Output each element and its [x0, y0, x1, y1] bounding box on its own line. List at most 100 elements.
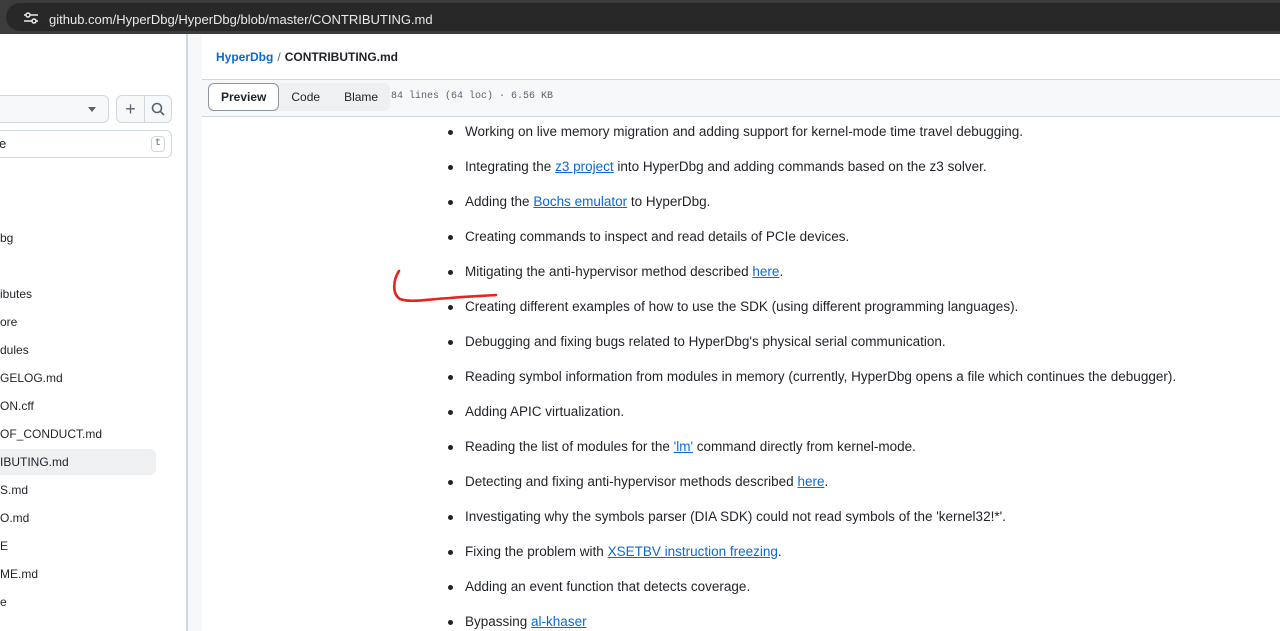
tab-preview[interactable]: Preview: [208, 83, 280, 111]
file-toolbar: Preview Code Blame 84 lines (64 loc) · 6…: [202, 80, 1280, 117]
file-tree-sidebar: + e t bg ibutes ore dules GELOG.md ON.cf…: [0, 34, 186, 631]
bullet-icon: [448, 375, 453, 380]
breadcrumb-separator: /: [277, 50, 281, 64]
list-item: Bypassing al-khaser: [447, 612, 1176, 631]
tree-item-active[interactable]: IBUTING.md: [0, 449, 156, 475]
tab-blame[interactable]: Blame: [332, 83, 390, 111]
bullet-icon: [448, 340, 453, 345]
plus-icon: +: [125, 99, 136, 119]
tree-item[interactable]: ME.md: [0, 561, 156, 587]
bullet-icon: [448, 585, 453, 590]
list-item-text: Reading symbol information from modules …: [465, 369, 1177, 384]
list-item: Adding APIC virtualization.: [447, 402, 1176, 437]
url-text[interactable]: github.com/HyperDbg/HyperDbg/blob/master…: [49, 12, 433, 27]
tree-item-label: S.md: [0, 483, 29, 497]
go-to-file-input[interactable]: e t: [0, 130, 172, 158]
list-item: Integrating the z3 project into HyperDbg…: [447, 157, 1176, 192]
bullet-icon: [448, 550, 453, 555]
list-item: Fixing the problem with XSETBV instructi…: [447, 542, 1176, 577]
list-item: Debugging and fixing bugs related to Hyp…: [447, 332, 1176, 367]
tree-item[interactable]: ibutes: [0, 281, 156, 307]
tree-item[interactable]: bg: [0, 225, 156, 251]
tree-item[interactable]: ON.cff: [0, 393, 156, 419]
file-header: HyperDbg / CONTRIBUTING.md: [202, 34, 1280, 80]
tree-item-label: GELOG.md: [0, 371, 63, 385]
bullet-list: Working on live memory migration and add…: [447, 122, 1176, 631]
list-item: Working on live memory migration and add…: [447, 122, 1176, 157]
list-item-link[interactable]: 'lm': [674, 439, 693, 454]
tree-item-label: bg: [0, 231, 14, 245]
list-item-text: Creating different examples of how to us…: [465, 299, 1019, 314]
pane-gutter: [188, 34, 202, 631]
markdown-content: Working on live memory migration and add…: [202, 118, 1280, 631]
add-file-button[interactable]: +: [117, 96, 144, 122]
list-item-text-after: .: [777, 544, 782, 559]
shortcut-hint: t: [151, 136, 165, 152]
list-item: Creating different examples of how to us…: [447, 297, 1176, 332]
tree-item-label: E: [0, 539, 9, 553]
tree-item-label: IBUTING.md: [0, 455, 69, 469]
tree-item-label: dules: [0, 343, 29, 357]
bullet-icon: [448, 410, 453, 415]
tree-actions: +: [116, 95, 172, 123]
branch-select[interactable]: [0, 95, 109, 123]
list-item-text: Investigating why the symbols parser (DI…: [465, 509, 1006, 524]
list-item-text-after: .: [824, 474, 829, 489]
list-item-link[interactable]: here: [752, 264, 779, 279]
view-mode-tabs: Preview Code Blame: [208, 83, 391, 111]
list-item-link[interactable]: here: [797, 474, 824, 489]
list-item: Adding an event function that detects co…: [447, 577, 1176, 612]
tree-item-label: ON.cff: [0, 399, 34, 413]
tree-item[interactable]: ore: [0, 309, 156, 335]
list-item-text: Integrating the: [465, 159, 556, 174]
breadcrumb-repo-link[interactable]: HyperDbg: [216, 50, 273, 64]
tree-item-label: e: [0, 595, 7, 609]
tree-item[interactable]: O.md: [0, 505, 156, 531]
filter-value: e: [0, 136, 7, 151]
tune-icon[interactable]: [23, 12, 39, 24]
list-item: Investigating why the symbols parser (DI…: [447, 507, 1176, 542]
bullet-icon: [448, 620, 453, 625]
bullet-icon: [448, 165, 453, 170]
list-item: Reading the list of modules for the 'lm'…: [447, 437, 1176, 472]
file-meta: 84 lines (64 loc) · 6.56 KB: [391, 91, 554, 102]
breadcrumb-filename: CONTRIBUTING.md: [284, 50, 399, 64]
list-item-text: Working on live memory migration and add…: [465, 124, 1024, 139]
list-item-text: Reading the list of modules for the: [465, 439, 674, 454]
list-item: Adding the Bochs emulator to HyperDbg.: [447, 192, 1176, 227]
list-item-text-after: to HyperDbg.: [627, 194, 711, 209]
list-item-text-after: .: [779, 264, 784, 279]
list-item: Detecting and fixing anti-hypervisor met…: [447, 472, 1176, 507]
list-item-link[interactable]: z3 project: [555, 159, 614, 174]
list-item: Mitigating the anti-hypervisor method de…: [447, 262, 1176, 297]
list-item: Creating commands to inspect and read de…: [447, 227, 1176, 262]
tree-item[interactable]: OF_CONDUCT.md: [0, 421, 156, 447]
tree-item-label: ME.md: [0, 567, 39, 581]
tab-code[interactable]: Code: [279, 83, 332, 111]
list-item-text: Adding the: [465, 194, 534, 209]
list-item-text: Bypassing: [465, 614, 532, 629]
browser-address-bar: github.com/HyperDbg/HyperDbg/blob/master…: [0, 0, 1280, 34]
tree-item-label: O.md: [0, 511, 30, 525]
tree-item[interactable]: GELOG.md: [0, 365, 156, 391]
tree-item[interactable]: dules: [0, 337, 156, 363]
list-item-link[interactable]: al-khaser: [531, 614, 587, 629]
bullet-icon: [448, 480, 453, 485]
url-field[interactable]: github.com/HyperDbg/HyperDbg/blob/master…: [6, 3, 1280, 31]
search-button[interactable]: [143, 96, 171, 122]
list-item-text-after: command directly from kernel-mode.: [693, 439, 916, 454]
red-underline-annotation: [392, 269, 498, 303]
search-icon: [151, 102, 165, 116]
tree-item[interactable]: S.md: [0, 477, 156, 503]
list-item-text: Creating commands to inspect and read de…: [465, 229, 850, 244]
tree-item[interactable]: e: [0, 589, 156, 615]
list-item-link[interactable]: Bochs emulator: [533, 194, 627, 209]
list-item: Reading symbol information from modules …: [447, 367, 1176, 402]
tree-item-label: ibutes: [0, 287, 33, 301]
list-item-text: Mitigating the anti-hypervisor method de…: [465, 264, 753, 279]
list-item-text: Adding an event function that detects co…: [465, 579, 751, 594]
list-item-text: Fixing the problem with: [465, 544, 608, 559]
list-item-text: Adding APIC virtualization.: [465, 404, 625, 419]
list-item-link[interactable]: XSETBV instruction freezing: [608, 544, 778, 559]
tree-item[interactable]: E: [0, 533, 156, 559]
